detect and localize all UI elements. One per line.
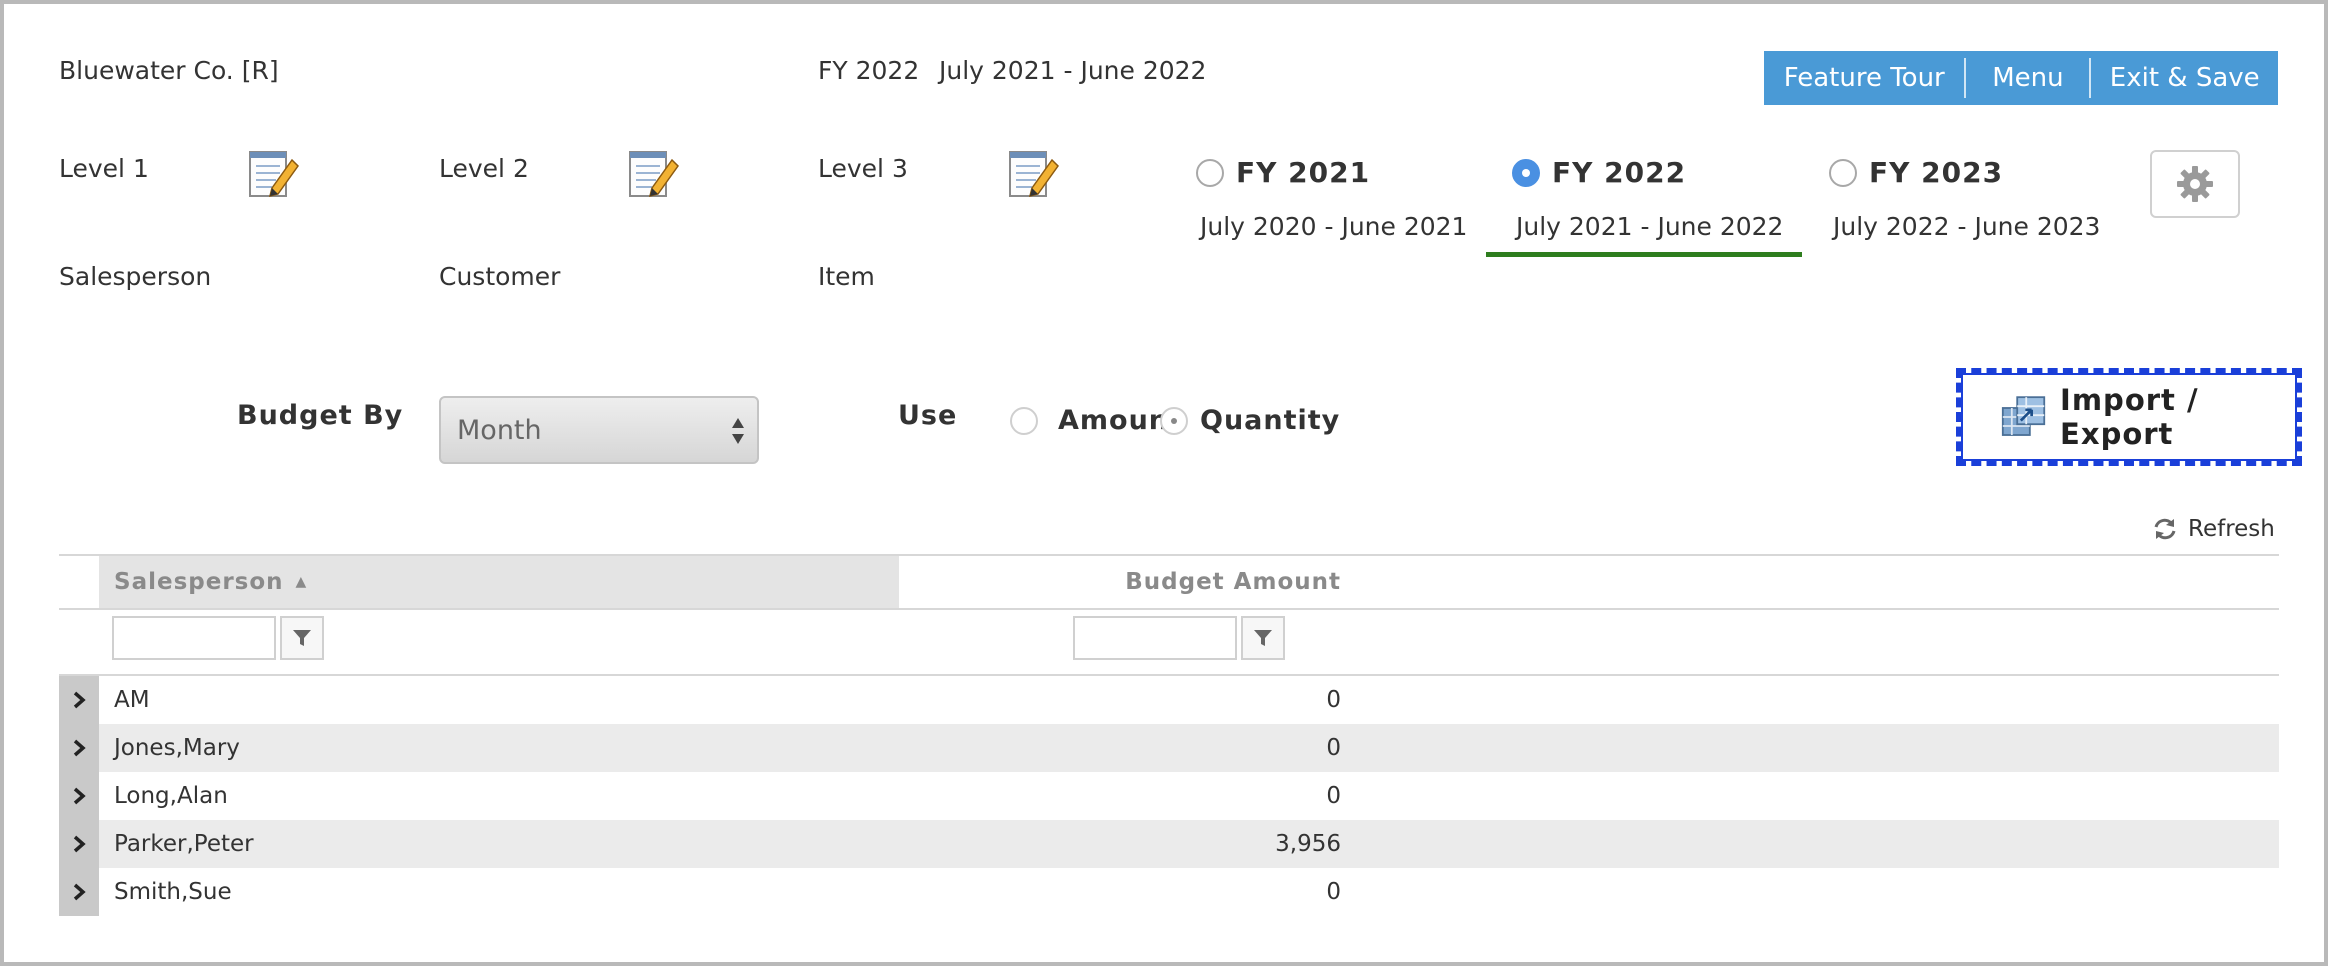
salesperson-header-label: Salesperson bbox=[114, 569, 284, 595]
sort-ascending-icon: ▲ bbox=[295, 574, 308, 590]
fy-2023-range: July 2022 - June 2023 bbox=[1833, 212, 2101, 241]
fiscal-year-title: FY 2022 bbox=[818, 56, 920, 85]
use-quantity-option[interactable]: Quantity bbox=[1160, 405, 1340, 436]
filter-icon bbox=[293, 630, 311, 646]
table-row[interactable]: AM 0 bbox=[59, 676, 2279, 724]
salesperson-cell: Parker,Peter bbox=[114, 831, 254, 857]
selected-fy-underline bbox=[1486, 252, 1802, 257]
fy-2022-range: July 2021 - June 2022 bbox=[1516, 212, 1784, 241]
level-2-label: Level 2 bbox=[439, 154, 529, 183]
budget-by-value: Month bbox=[457, 414, 542, 446]
import-export-icon bbox=[2001, 396, 2046, 436]
refresh-label: Refresh bbox=[2188, 516, 2275, 542]
edit-icon[interactable] bbox=[246, 146, 300, 200]
fy-2021-radio[interactable] bbox=[1196, 158, 1224, 187]
budget-amount-cell: 3,956 bbox=[1275, 831, 1341, 857]
column-header-salesperson[interactable]: Salesperson ▲ bbox=[99, 556, 899, 608]
column-header-budget-amount[interactable]: Budget Amount bbox=[899, 556, 1341, 608]
salesperson-cell: AM bbox=[114, 687, 150, 713]
refresh-icon bbox=[2154, 518, 2176, 540]
quantity-radio[interactable] bbox=[1160, 406, 1188, 435]
level-2-value: Customer bbox=[439, 262, 561, 291]
edit-icon[interactable] bbox=[1006, 146, 1060, 200]
expand-row-button[interactable] bbox=[59, 772, 99, 820]
fy-2022-label: FY 2022 bbox=[1552, 156, 1687, 189]
company-name: Bluewater Co. [R] bbox=[59, 56, 279, 85]
expand-row-button[interactable] bbox=[59, 868, 99, 916]
salesperson-cell: Long,Alan bbox=[114, 783, 228, 809]
fy-2021-label: FY 2021 bbox=[1236, 156, 1371, 189]
fy-2021-range: July 2020 - June 2021 bbox=[1200, 212, 1468, 241]
budget-amount-filter-input[interactable] bbox=[1073, 616, 1237, 660]
fiscal-year-range: July 2021 - June 2022 bbox=[939, 56, 1207, 85]
gear-icon bbox=[2177, 166, 2213, 202]
fy-2023-label: FY 2023 bbox=[1869, 156, 2004, 189]
level-3-value: Item bbox=[818, 262, 875, 291]
table-row[interactable]: Smith,Sue 0 bbox=[59, 868, 2279, 916]
salesperson-cell: Smith,Sue bbox=[114, 879, 232, 905]
amount-radio[interactable] bbox=[1010, 406, 1038, 435]
fy-option-2023[interactable]: FY 2023 bbox=[1829, 156, 2003, 189]
chevron-right-icon bbox=[73, 691, 86, 709]
fy-option-2021[interactable]: FY 2021 bbox=[1196, 156, 1370, 189]
use-amount-option[interactable]: Amount bbox=[1010, 405, 1183, 436]
salesperson-cell: Jones,Mary bbox=[114, 735, 240, 761]
salesperson-filter-button[interactable] bbox=[280, 616, 324, 660]
filter-icon bbox=[1254, 630, 1272, 646]
table-row[interactable]: Parker,Peter 3,956 bbox=[59, 820, 2279, 868]
level-1-label: Level 1 bbox=[59, 154, 149, 183]
fy-2022-radio[interactable] bbox=[1512, 158, 1540, 187]
table-row[interactable]: Jones,Mary 0 bbox=[59, 724, 2279, 772]
refresh-button[interactable]: Refresh bbox=[2152, 516, 2275, 542]
quantity-label: Quantity bbox=[1200, 405, 1341, 436]
import-export-button[interactable]: Import / Export bbox=[1956, 368, 2302, 466]
level-3-label: Level 3 bbox=[818, 154, 908, 183]
chevron-right-icon bbox=[73, 739, 86, 757]
budget-amount-filter-button[interactable] bbox=[1241, 616, 1285, 660]
expand-row-button[interactable] bbox=[59, 820, 99, 868]
chevron-right-icon bbox=[73, 883, 86, 901]
budget-amount-cell: 0 bbox=[1326, 687, 1341, 713]
settings-button[interactable] bbox=[2150, 150, 2240, 218]
salesperson-filter-input[interactable] bbox=[112, 616, 276, 660]
expand-row-button[interactable] bbox=[59, 676, 99, 724]
menu-button[interactable]: Menu bbox=[1966, 51, 2089, 105]
budget-by-select[interactable]: Month bbox=[439, 396, 759, 464]
select-arrows-icon bbox=[732, 418, 744, 444]
expand-row-button[interactable] bbox=[59, 724, 99, 772]
import-export-label: Import / Export bbox=[2060, 383, 2199, 451]
budget-amount-header-label: Budget Amount bbox=[1125, 569, 1341, 595]
feature-tour-button[interactable]: Feature Tour bbox=[1764, 51, 1964, 105]
chevron-right-icon bbox=[73, 787, 86, 805]
budget-amount-cell: 0 bbox=[1326, 879, 1341, 905]
level-1-value: Salesperson bbox=[59, 262, 212, 291]
table-row[interactable]: Long,Alan 0 bbox=[59, 772, 2279, 820]
fy-option-2022[interactable]: FY 2022 bbox=[1512, 156, 1686, 189]
fy-2023-radio[interactable] bbox=[1829, 158, 1857, 187]
edit-icon[interactable] bbox=[626, 146, 680, 200]
grid-divider bbox=[59, 608, 2279, 610]
top-action-bar: Feature Tour Menu Exit & Save bbox=[1764, 51, 2278, 105]
chevron-right-icon bbox=[73, 835, 86, 853]
exit-save-button[interactable]: Exit & Save bbox=[2091, 51, 2278, 105]
budget-amount-cell: 0 bbox=[1326, 783, 1341, 809]
use-label: Use bbox=[898, 400, 958, 431]
app-frame: Bluewater Co. [R] FY 2022 July 2021 - Ju… bbox=[0, 0, 2328, 966]
budget-amount-cell: 0 bbox=[1326, 735, 1341, 761]
budget-by-label: Budget By bbox=[237, 400, 404, 431]
